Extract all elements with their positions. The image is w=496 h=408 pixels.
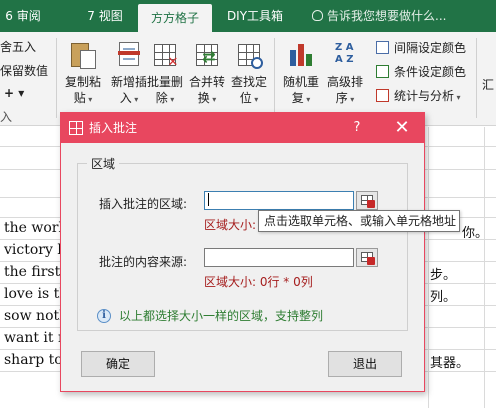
merge-convert-label-2: 换 [184,90,230,108]
lightbulb-icon [312,10,323,21]
tell-me-search[interactable]: 告诉我您想要做什么... [312,0,446,32]
batch-delete-label-1: 批量删 [146,75,183,89]
advanced-sort-button[interactable]: Z AA Z 高级排 序 [322,38,368,118]
batch-delete-label-2: 除 [142,90,188,108]
text-cursor [208,193,209,206]
cell-a5[interactable]: sow noth [4,308,68,324]
insert-comment-dialog: 插入批注 ? ✕ 区域 插入批注的区域: 区域大小: 批注的内容来源: 区域大小… [60,112,425,392]
range-select-marker-icon [367,200,375,208]
range-select-marker-icon [367,257,375,265]
cell-right-7[interactable]: 其器。 [430,352,469,371]
random-repeat-label-2: 复 [278,90,324,108]
cell-a4[interactable]: love is th [4,286,68,302]
find-locate-button[interactable]: 查找定 位 [226,38,272,118]
copy-paste-label-2: 贴 [60,90,106,108]
ok-button[interactable]: 确定 [81,351,155,377]
statistics-analysis-button[interactable]: 统计与分析 [376,86,461,106]
exit-button[interactable]: 退出 [328,351,402,377]
statistics-icon [376,89,389,102]
grid-line [484,127,485,408]
advanced-sort-label-1: 高级排 [326,75,363,89]
random-repeat-button[interactable]: 随机重 复 [278,38,324,118]
cell-right-3[interactable]: 步。 [430,264,456,283]
copy-paste-label-1: 复制粘 [64,75,101,89]
find-locate-label-2: 位 [226,90,272,108]
cell-a3[interactable]: the first [4,264,60,280]
help-button[interactable]: ? [345,113,369,143]
ribbon-separator [274,38,275,118]
insert-range-label: 插入批注的区域: [99,197,188,211]
info-icon: i [97,309,111,323]
batch-delete-button[interactable]: ✕ 批量删 除 [142,38,188,118]
region-group [77,163,408,331]
region-group-label: 区域 [87,155,120,172]
ribbon-summary-edge[interactable]: 汇 [482,76,494,93]
cell-right-1[interactable]: 你。 [462,222,488,241]
interval-color-button[interactable]: 间隔设定颜色 [376,38,466,58]
condition-color-icon [376,65,389,78]
ribbon-plus-dropdown[interactable]: + ▾ [4,86,24,100]
sort-az-icon: Z AA Z [335,42,354,65]
statistics-label: 统计与分析 [394,89,461,103]
ribbon-keep-values-label[interactable]: 保留数值 [0,62,48,79]
merge-convert-label-1: 合并转 [188,75,225,89]
ribbon-separator [476,38,477,118]
insert-range-input[interactable] [204,191,354,210]
clipboard-icon [68,40,98,70]
insert-range-size: 区域大小: [204,218,257,232]
delete-grid-icon: ✕ [150,40,180,70]
ribbon-group-label: 入 [0,110,13,124]
tab-diy-toolbox[interactable]: DIY工具箱 [220,0,290,32]
random-bars-icon [286,40,316,70]
grid-line [428,127,429,408]
dialog-title: 插入批注 [89,121,138,135]
tab-review[interactable]: 6 审阅 [0,0,46,32]
merge-convert-button[interactable]: ⇄ 合并转 换 [184,38,230,118]
range-picker-tooltip: 点击选取单元格、或输入单元格地址 [258,210,460,232]
cell-a1[interactable]: the worl [4,220,63,236]
content-source-picker-button[interactable] [356,248,378,267]
cell-right-4[interactable]: 列。 [430,286,456,305]
insert-rows-icon [114,40,144,70]
close-button[interactable]: ✕ [387,113,417,143]
dialog-titlebar[interactable]: 插入批注 ? ✕ [61,113,424,143]
tab-view[interactable]: 7 视图 [78,0,132,32]
cell-a7[interactable]: sharp to [4,352,63,368]
cell-a2[interactable]: victory b [4,242,66,258]
merge-convert-icon: ⇄ [192,40,222,70]
ribbon-round-label[interactable]: 舍五入 [0,38,36,55]
content-source-input[interactable] [204,248,354,267]
find-grid-icon [234,40,264,70]
ribbon-separator [56,38,57,118]
info-text: 以上都选择大小一样的区域，支持整列 [119,309,324,323]
app-icon [69,121,83,135]
advanced-sort-label-2: 序 [322,90,368,108]
interval-color-label: 间隔设定颜色 [394,41,467,55]
content-source-label: 批注的内容来源: [99,255,188,269]
content-source-size: 区域大小: 0行 * 0列 [204,275,313,289]
ribbon-tab-bar: 6 审阅 7 视图 方方格子 DIY工具箱 告诉我您想要做什么... [0,0,496,32]
interval-color-icon [376,41,389,54]
copy-paste-button[interactable]: 复制粘 贴 [60,38,106,118]
insert-range-picker-button[interactable] [356,191,378,210]
random-repeat-label-1: 随机重 [282,75,319,89]
tell-me-text: 告诉我您想要做什么... [327,9,447,23]
condition-color-button[interactable]: 条件设定颜色 [376,62,466,82]
tab-fangfang-gezi[interactable]: 方方格子 [138,4,212,32]
find-locate-label-1: 查找定 [230,75,267,89]
condition-color-label: 条件设定颜色 [394,65,467,79]
